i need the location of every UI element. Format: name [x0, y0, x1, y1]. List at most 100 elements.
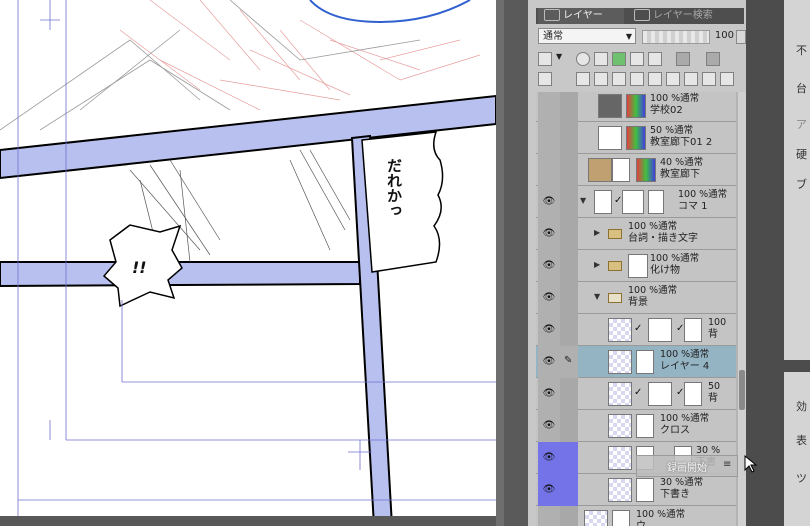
clipping-icon[interactable] — [576, 52, 590, 66]
opacity-spinner[interactable] — [736, 30, 746, 44]
visibility-toggle[interactable]: 👁 — [538, 442, 560, 474]
blend-mode-value: 通常 — [543, 31, 563, 42]
layer-thumbnail — [608, 350, 632, 374]
collapse-icon[interactable]: ▼ — [580, 196, 586, 205]
draft-layer-icon[interactable] — [612, 52, 626, 66]
chevron-down-icon[interactable]: ▼ — [556, 52, 566, 66]
create-mask-icon[interactable] — [666, 72, 680, 86]
lock-column[interactable]: ✎ — [560, 346, 578, 378]
layer-label: 100 %通常 コマ 1 — [678, 189, 727, 213]
layer-row[interactable]: 👁 ✓ ✓ 100 背 — [536, 314, 736, 346]
property-label: 効 — [796, 400, 807, 413]
visibility-toggle[interactable]: 👁 — [538, 186, 560, 218]
layer-opacity-blend: 40 %通常 — [660, 157, 704, 168]
property-label: 硬 — [796, 148, 807, 161]
drawing-canvas[interactable]: だれかっ !! — [0, 0, 496, 526]
layer-row-selected[interactable]: 👁 ✎ 100 %通常 レイヤー 4 — [536, 346, 736, 378]
visibility-toggle[interactable]: 👁 — [538, 250, 560, 282]
expand-icon[interactable]: ▶ — [594, 228, 600, 237]
visibility-toggle[interactable] — [538, 122, 560, 154]
layer-row[interactable]: 👁 ▶ 100 %通常 台詞・描き文字 — [536, 218, 736, 250]
visibility-toggle[interactable]: 👁 — [538, 410, 560, 442]
palette-tab-bar: レイヤー レイヤー検索 — [536, 8, 744, 24]
palette-menu-icon[interactable] — [538, 72, 552, 86]
lock-column[interactable] — [560, 442, 578, 474]
ruler-icon[interactable] — [702, 72, 716, 86]
tab-layer-search[interactable]: レイヤー検索 — [628, 8, 728, 24]
layer-row[interactable]: 100 %通常ウ — [536, 506, 736, 526]
layer-mask-thumbnail — [636, 158, 656, 182]
new-folder-icon[interactable] — [612, 72, 626, 86]
visibility-toggle[interactable]: 👁 — [538, 474, 560, 506]
tool-property-panel: 不 台 ア 硬 ブ 効 表 ツ — [746, 0, 810, 526]
apply-mask-icon[interactable] — [684, 72, 698, 86]
lock-column[interactable] — [560, 186, 578, 218]
layer-row[interactable]: 👁 100 %通常 クロス — [536, 410, 736, 442]
visibility-toggle[interactable] — [538, 506, 560, 526]
collapse-icon[interactable]: ▼ — [594, 292, 600, 301]
layer-row[interactable]: 👁 ▼ ✓ 100 %通常 コマ 1 — [536, 186, 736, 218]
visibility-toggle[interactable]: 👁 — [538, 218, 560, 250]
layer-name: クロス — [660, 425, 690, 436]
opacity-value[interactable]: 100 — [712, 28, 734, 44]
layer-label: 30 %通常 下書き — [660, 477, 703, 501]
recording-tooltip[interactable]: 録画開始 ≡ — [636, 455, 738, 477]
open-folder-icon — [608, 293, 622, 303]
visibility-toggle[interactable]: 👁 — [538, 282, 560, 314]
lock-column[interactable] — [560, 410, 578, 442]
layer-name: コマ 1 — [678, 201, 708, 212]
reference-layer-icon[interactable] — [594, 52, 608, 66]
layer-row[interactable]: 40 %通常 教室廊下 — [536, 154, 736, 186]
layer-row[interactable]: 👁 ▼ 100 %通常 背景 — [536, 282, 736, 314]
tab-layer[interactable]: レイヤー — [538, 8, 624, 24]
layer-row[interactable]: 👁 ▶ 100 %通常 化け物 — [536, 250, 736, 282]
delete-layer-icon[interactable] — [720, 72, 734, 86]
lock-column[interactable] — [560, 506, 578, 526]
lock-icon[interactable] — [630, 52, 644, 66]
recording-label: 録画開始 — [667, 463, 707, 474]
layer-row[interactable]: 👁 30 %通常 下書き — [536, 474, 736, 506]
layer-row[interactable]: 👁 ✓ ✓ 50 背 — [536, 378, 736, 410]
visibility-toggle[interactable] — [538, 92, 560, 122]
layer-opacity-blend: 100 %通常 — [660, 413, 710, 424]
transfer-down-icon[interactable] — [630, 72, 644, 86]
expression-color-icon[interactable] — [538, 52, 552, 66]
layer-label: 100 %通常 学校02 — [650, 93, 699, 117]
layer-mask-thumbnail — [626, 126, 646, 150]
layer-thumbnail — [598, 94, 622, 118]
opacity-slider[interactable] — [642, 30, 710, 44]
layer-mask-thumbnail — [648, 382, 672, 406]
layer-type-icon — [636, 478, 654, 502]
lock-transparent-icon[interactable] — [648, 52, 662, 66]
combine-down-icon[interactable] — [648, 72, 662, 86]
scrollbar-thumb[interactable] — [739, 370, 745, 410]
layer-thumbnail — [628, 254, 648, 278]
layer-label: 100 %通常 背景 — [628, 285, 677, 309]
canvas-horizontal-scrollbar[interactable] — [0, 516, 496, 526]
lock-column[interactable] — [560, 314, 578, 346]
mask-enable-icon[interactable] — [676, 52, 690, 66]
blend-mode-select[interactable]: 通常 ▼ — [538, 28, 636, 44]
layer-row[interactable]: 100 %通常 学校02 — [536, 92, 736, 122]
lock-column[interactable] — [560, 250, 578, 282]
layer-row[interactable]: 50 %通常 教室廊下01 2 — [536, 122, 736, 154]
lock-column[interactable] — [560, 122, 578, 154]
visibility-toggle[interactable]: 👁 — [538, 346, 560, 378]
expand-icon[interactable]: ▶ — [594, 260, 600, 269]
lock-column[interactable] — [560, 378, 578, 410]
visibility-toggle[interactable]: 👁 — [538, 314, 560, 346]
lock-column[interactable] — [560, 92, 578, 122]
new-raster-layer-icon[interactable] — [576, 72, 590, 86]
lock-column[interactable] — [560, 474, 578, 506]
layer-mask-thumbnail — [626, 94, 646, 118]
layer-opacity-blend: 100 %通常 — [678, 189, 728, 200]
layer-label: 50 背 — [708, 381, 720, 405]
ruler-show-icon[interactable] — [706, 52, 720, 66]
visibility-toggle[interactable]: 👁 — [538, 378, 560, 410]
visibility-toggle[interactable] — [538, 154, 560, 186]
lock-column[interactable] — [560, 282, 578, 314]
layer-opacity-blend: 100 %通常 — [628, 221, 678, 232]
lock-column[interactable] — [560, 218, 578, 250]
lock-column[interactable] — [560, 154, 578, 186]
new-vector-layer-icon[interactable] — [594, 72, 608, 86]
